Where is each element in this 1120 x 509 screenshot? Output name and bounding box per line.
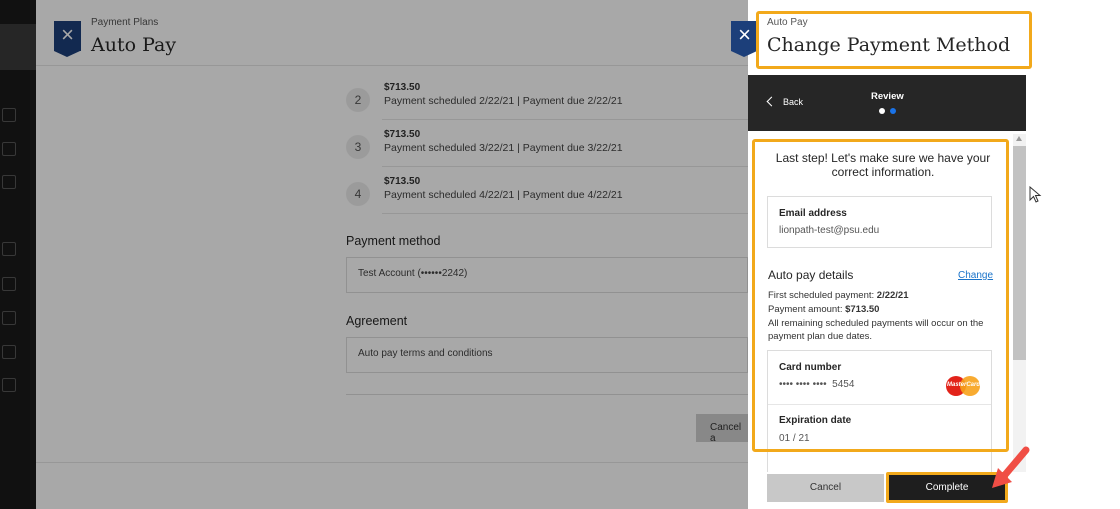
back-button[interactable]: Back [766,96,804,107]
modal-dim-overlay [0,0,748,509]
back-label: Back [783,97,804,107]
scroll-up-arrow-icon[interactable] [1016,136,1022,141]
cancel-button[interactable]: Cancel [767,474,884,502]
mouse-cursor-icon [1029,186,1042,203]
step-nav-bar: Back Review [748,75,1026,131]
step-title: Review [871,91,904,102]
annotation-arrow-icon [992,446,1030,488]
content-highlight-box [752,139,1009,452]
close-icon: × [738,22,751,47]
step-dot-active [890,108,896,114]
scrollbar-thumb[interactable] [1013,146,1026,360]
step-dot [879,108,885,114]
drawer-close-button[interactable]: × [731,21,758,57]
title-highlight-box [756,11,1032,69]
chevron-left-icon [766,96,777,107]
